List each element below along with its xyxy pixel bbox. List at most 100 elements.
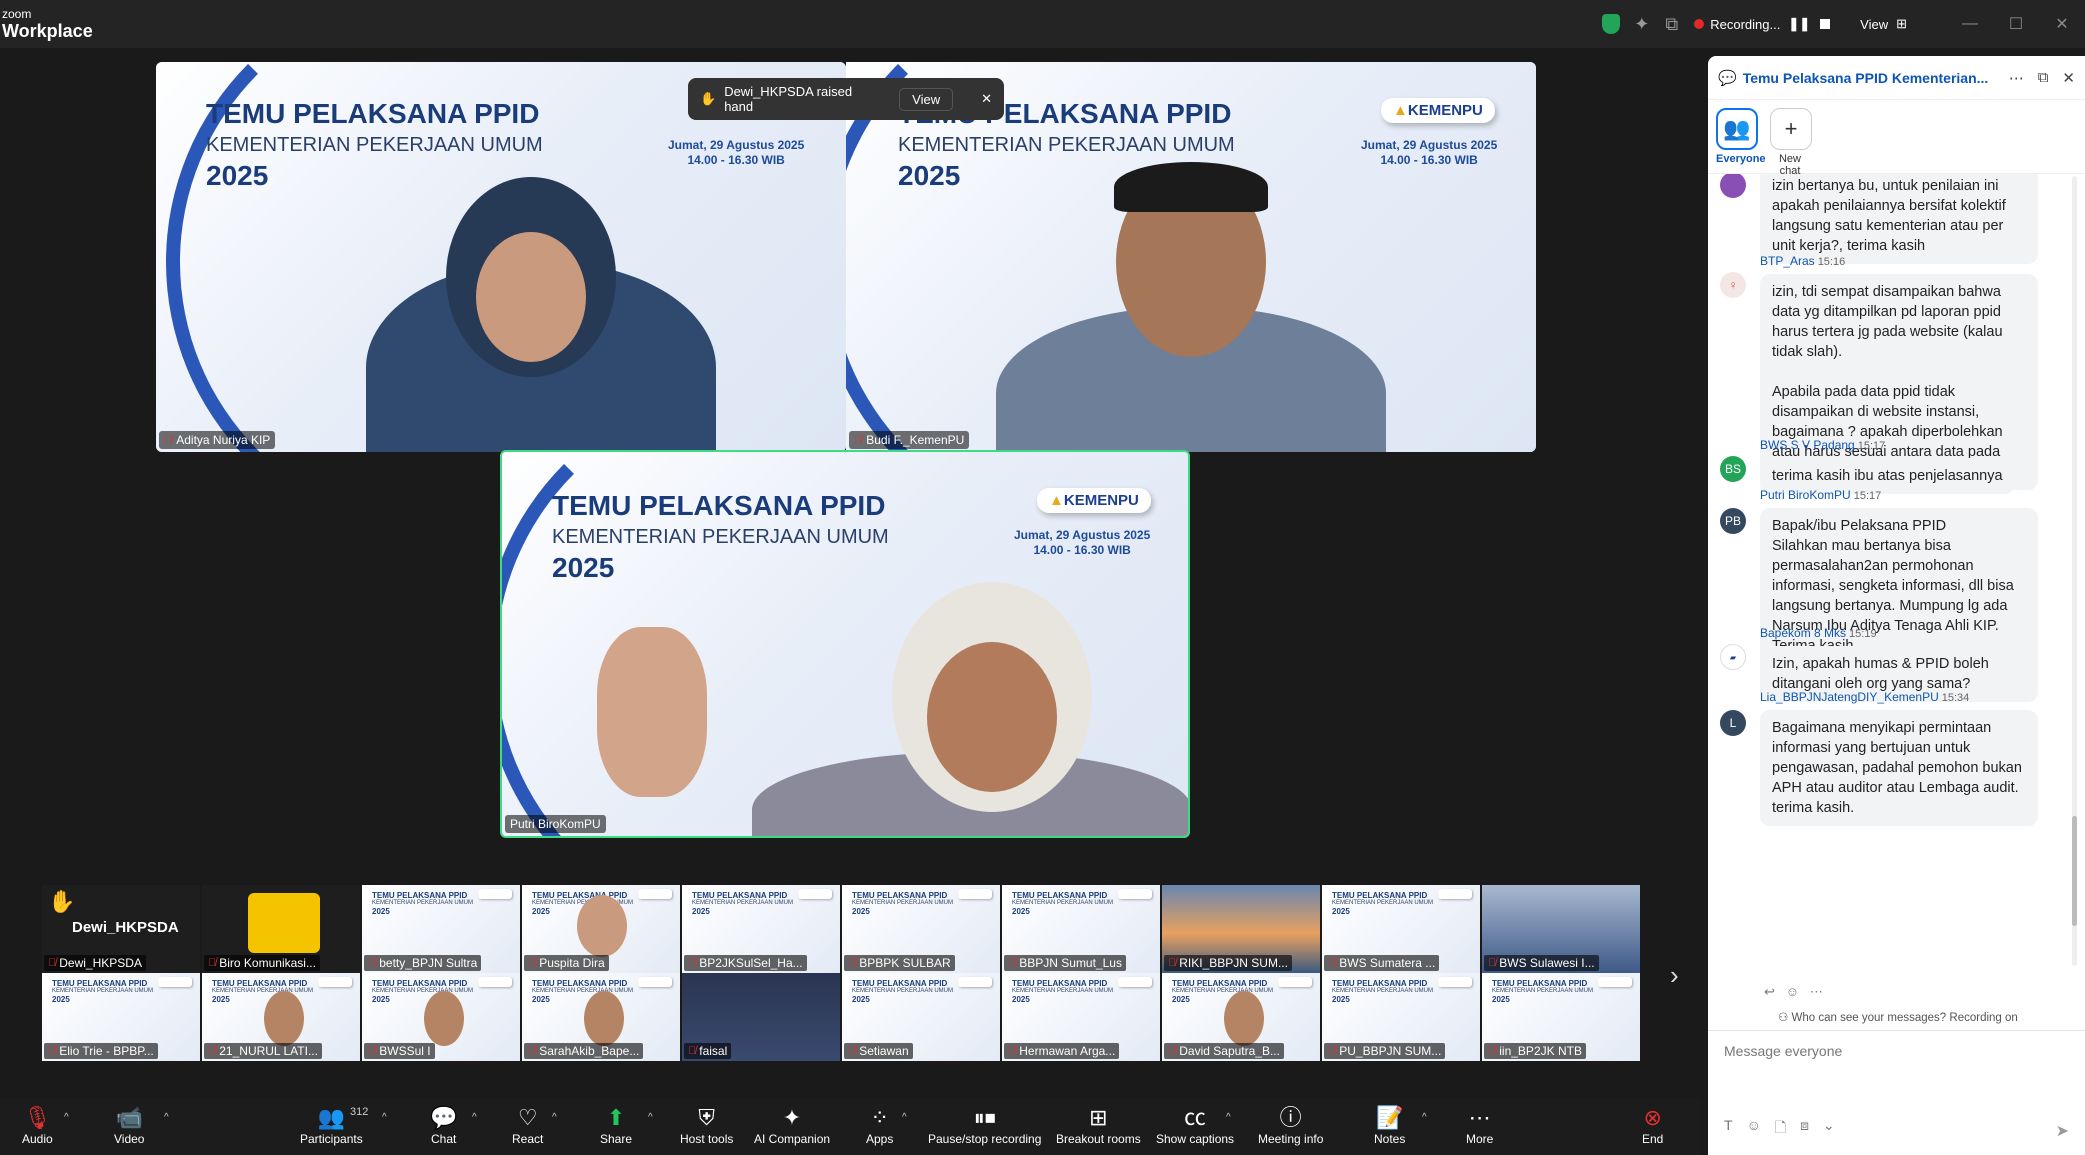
more-icon: ⋯ (1468, 1105, 1491, 1130)
gallery-tile[interactable]: TEMU PELAKSANA PPID KEMENTERIAN PEKERJAAN… (1482, 973, 1640, 1061)
participant-face (264, 991, 304, 1046)
chip-everyone[interactable]: 👥 Everyone (1716, 108, 1766, 165)
close-chat-icon[interactable]: ✕ (2062, 69, 2075, 87)
chat-options-icon[interactable]: ^ (472, 1112, 477, 1123)
audio-button[interactable]: 🎙 Audio (22, 1104, 53, 1146)
chat-title[interactable]: Temu Pelaksana PPID Kementerian... (1743, 70, 1995, 86)
participants-button[interactable]: 👥 Participants 312 (300, 1104, 368, 1146)
gallery-tile[interactable]: TEMU PELAKSANA PPID KEMENTERIAN PEKERJAAN… (842, 885, 1000, 973)
gallery-name-tag: 🎙̸ Hermawan Arga... (1004, 1043, 1120, 1059)
breakout-rooms-button[interactable]: ⊞ Breakout rooms (1056, 1104, 1141, 1146)
ai-sparkle-icon[interactable]: ✦ (1634, 14, 1649, 35)
recording-dot-icon (1694, 19, 1705, 29)
close-icon[interactable]: ✕ (2039, 14, 2085, 34)
apps-button[interactable]: ⁘ Apps (866, 1104, 893, 1146)
gallery-tile[interactable]: 🎙̸ faisal (682, 973, 840, 1061)
emoji-icon[interactable]: ☺ (1747, 1117, 1761, 1141)
more-button[interactable]: ⋯ More (1466, 1104, 1493, 1146)
participants-options-icon[interactable]: ^ (382, 1112, 387, 1123)
gallery-tile[interactable]: 🎙̸ Biro Komunikasi... (202, 885, 360, 973)
screenshot-icon[interactable]: ⧈ (1800, 1117, 1809, 1141)
chat-scrollbar[interactable] (2072, 176, 2077, 966)
chat-message: izin bertanya bu, untuk penilaian ini ap… (1720, 174, 2050, 264)
slide-text: KEMENTERIAN PEKERJAAN UMUM (372, 900, 474, 906)
chevron-down-icon[interactable]: ⌄ (1823, 1117, 1835, 1141)
show-captions-button[interactable]: ㏄ Show captions (1156, 1104, 1234, 1146)
everyone-icon: 👥 (1716, 108, 1758, 150)
encryption-shield-icon[interactable] (1602, 14, 1621, 34)
apps-options-icon[interactable]: ^ (902, 1112, 907, 1123)
slide-year: 2025 (206, 160, 269, 191)
video-tile-budi[interactable]: TEMU PELAKSANA PPID KEMENTERIAN PEKERJAA… (846, 62, 1536, 452)
gallery-tile[interactable]: TEMU PELAKSANA PPID KEMENTERIAN PEKERJAAN… (42, 973, 200, 1061)
reply-icon[interactable]: ↩ (1764, 984, 1775, 999)
visibility-note[interactable]: ⚇ Who can see your messages? Recording o… (1778, 1010, 2018, 1024)
react-options-icon[interactable]: ^ (552, 1112, 557, 1123)
gallery-tile[interactable]: TEMU PELAKSANA PPID KEMENTERIAN PEKERJAAN… (1162, 973, 1320, 1061)
share-options-icon[interactable]: ^ (648, 1112, 653, 1123)
gallery-tile[interactable]: TEMU PELAKSANA PPID KEMENTERIAN PEKERJAAN… (682, 885, 840, 973)
slide-subtitle: KEMENTERIAN PEKERJAAN UMUM (898, 134, 1235, 156)
apps-icon[interactable]: ⧉ (1665, 14, 1678, 35)
stop-recording-icon[interactable] (1820, 19, 1831, 29)
view-label: View (1860, 16, 1889, 32)
chat-message: BS BWS S V Padang 15:17 terima kasih ibu … (1720, 438, 2050, 494)
slide-subtitle: KEMENTERIAN PEKERJAAN UMUM (206, 134, 543, 156)
gallery-tile[interactable]: TEMU PELAKSANA PPID KEMENTERIAN PEKERJAAN… (522, 885, 680, 973)
gallery-tile[interactable]: TEMU PELAKSANA PPID KEMENTERIAN PEKERJAAN… (1322, 885, 1480, 973)
view-button[interactable]: View ⊞ (1860, 16, 1907, 32)
chat-input-area[interactable]: Message everyone T ☺ 🗋 ⧈ ⌄ ➤ (1708, 1030, 2085, 1155)
format-text-icon[interactable]: T (1724, 1117, 1733, 1141)
gallery-tile[interactable]: TEMU PELAKSANA PPID KEMENTERIAN PEKERJAAN… (202, 973, 360, 1061)
view-notification-button[interactable]: View (899, 87, 954, 111)
video-tile-putri-active-speaker[interactable]: TEMU PELAKSANA PPID KEMENTERIAN PEKERJAA… (500, 450, 1190, 838)
chat-message: L Lia_BBPJNJatengDIY_KemenPU 15:34 Bagaim… (1720, 690, 2050, 826)
next-page-icon[interactable]: › (1670, 960, 1679, 991)
more-actions-icon[interactable]: ⋯ (1810, 984, 1823, 999)
gallery-tile[interactable]: TEMU PELAKSANA PPID KEMENTERIAN PEKERJAAN… (1322, 973, 1480, 1061)
gallery-tile[interactable]: 🎙̸ BWS Sulawesi I... (1482, 885, 1640, 973)
pop-out-icon[interactable]: ⧉ (2038, 69, 2049, 86)
gallery-tile[interactable]: TEMU PELAKSANA PPID KEMENTERIAN PEKERJAAN… (842, 973, 1000, 1061)
gallery-tile[interactable]: TEMU PELAKSANA PPID KEMENTERIAN PEKERJAAN… (362, 885, 520, 973)
video-button[interactable]: 📹 Video (114, 1104, 144, 1146)
more-options-icon[interactable]: ⋯ (2009, 69, 2024, 87)
gallery-tile[interactable]: 🎙̸ RIKI_BBPJN SUM... (1162, 885, 1320, 973)
end-button[interactable]: ⊗ End (1642, 1104, 1663, 1146)
chat-button[interactable]: 💬 Chat (430, 1104, 457, 1146)
audio-options-icon[interactable]: ^ (64, 1112, 69, 1123)
gallery-tile[interactable]: TEMU PELAKSANA PPID KEMENTERIAN PEKERJAAN… (522, 973, 680, 1061)
host-tools-button[interactable]: ⛨ Host tools (680, 1104, 733, 1146)
kemenpu-logo (958, 977, 992, 987)
gallery-tile[interactable]: TEMU PELAKSANA PPID KEMENTERIAN PEKERJAAN… (1002, 885, 1160, 973)
react-button[interactable]: ♡ React (512, 1104, 543, 1146)
gallery-tile[interactable]: TEMU PELAKSANA PPID KEMENTERIAN PEKERJAAN… (362, 973, 520, 1061)
meeting-info-button[interactable]: ⓘ Meeting info (1258, 1104, 1323, 1146)
slide-text: KEMENTERIAN PEKERJAAN UMUM (532, 988, 634, 994)
mic-muted-icon: 🎙̸ (1168, 1045, 1177, 1057)
slide-text: 2025 (532, 907, 550, 916)
bapekom-logo-icon: ▰ (1720, 644, 1746, 670)
mic-muted-icon: 🎙̸ (1168, 957, 1177, 969)
gallery-tile[interactable]: TEMU PELAKSANA PPID KEMENTERIAN PEKERJAAN… (1002, 973, 1160, 1061)
chip-new-chat[interactable]: + New chat (1770, 108, 1812, 177)
captions-options-icon[interactable]: ^ (1226, 1112, 1231, 1123)
participant-name-tag: Putri BiroKomPU (505, 815, 606, 833)
send-icon[interactable]: ➤ (2056, 1121, 2069, 1141)
close-notification-icon[interactable]: ✕ (981, 91, 992, 107)
gallery-tile[interactable]: ✋ Dewi_HKPSDA 🎙̸ Dewi_HKPSDA (42, 885, 200, 973)
video-options-icon[interactable]: ^ (164, 1112, 169, 1123)
pause-recording-button[interactable]: ⏸⏹ Pause/stop recording (928, 1104, 1041, 1146)
video-tile-aditya[interactable]: TEMU PELAKSANA PPID KEMENTERIAN PEKERJAA… (156, 62, 846, 452)
emoji-icon[interactable]: ☺ (1786, 984, 1799, 999)
ai-companion-button[interactable]: ✦ AI Companion (754, 1104, 830, 1146)
file-icon[interactable]: 🗋 (1775, 1117, 1786, 1141)
slide-text: 2025 (1012, 907, 1030, 916)
notes-options-icon[interactable]: ^ (1422, 1112, 1427, 1123)
notes-button[interactable]: 📝 Notes (1374, 1104, 1405, 1146)
maximize-icon[interactable]: ☐ (1993, 14, 2039, 34)
chat-input-placeholder[interactable]: Message everyone (1724, 1043, 1842, 1059)
share-button[interactable]: ⬆ Share (600, 1104, 632, 1146)
pause-recording-icon[interactable]: ❚❚ (1788, 16, 1810, 32)
minimize-icon[interactable]: — (1947, 15, 1993, 33)
